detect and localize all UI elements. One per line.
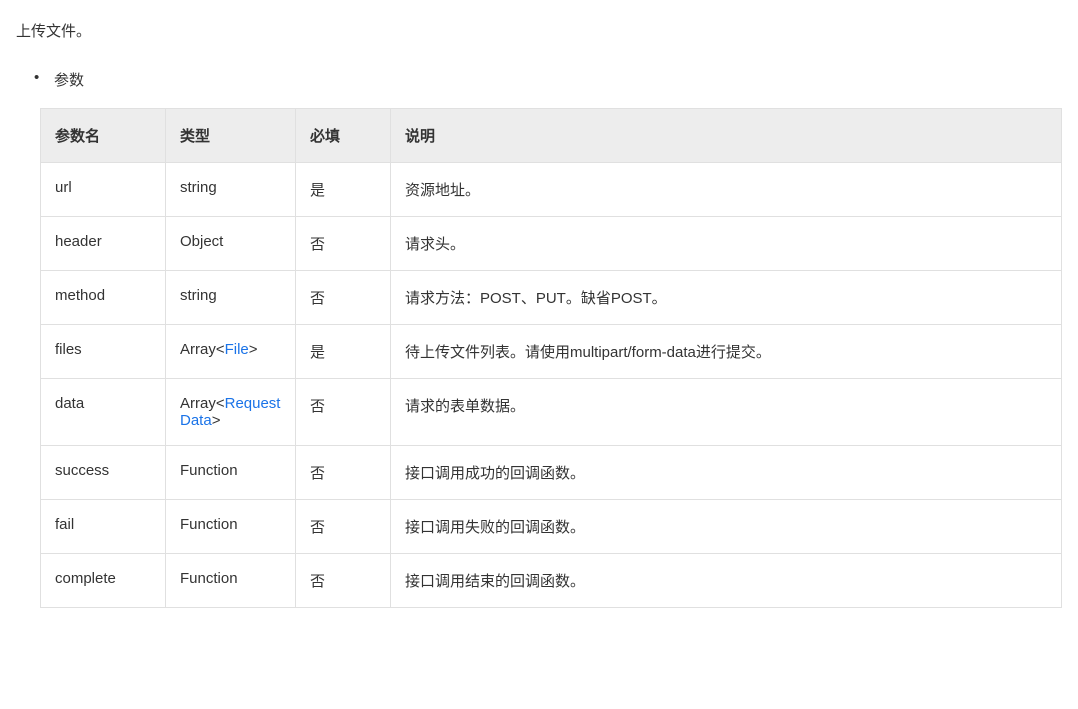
cell-required: 否 xyxy=(296,554,391,608)
cell-name: method xyxy=(41,271,166,325)
cell-name: complete xyxy=(41,554,166,608)
header-type: 类型 xyxy=(166,109,296,163)
cell-required: 否 xyxy=(296,217,391,271)
cell-type: Object xyxy=(166,217,296,271)
cell-desc: 请求的表单数据。 xyxy=(391,379,1062,446)
cell-desc: 接口调用失败的回调函数。 xyxy=(391,500,1062,554)
table-row: success Function 否 接口调用成功的回调函数。 xyxy=(41,446,1062,500)
cell-required: 否 xyxy=(296,446,391,500)
cell-desc: 资源地址。 xyxy=(391,163,1062,217)
page-description: 上传文件。 xyxy=(16,20,1062,41)
cell-name: url xyxy=(41,163,166,217)
table-row: data Array<RequestData> 否 请求的表单数据。 xyxy=(41,379,1062,446)
table-row: header Object 否 请求头。 xyxy=(41,217,1062,271)
cell-required: 是 xyxy=(296,325,391,379)
cell-desc: 接口调用结束的回调函数。 xyxy=(391,554,1062,608)
cell-name: success xyxy=(41,446,166,500)
cell-desc: 请求方法：POST、PUT。缺省POST。 xyxy=(391,271,1062,325)
cell-desc: 接口调用成功的回调函数。 xyxy=(391,446,1062,500)
section-title: 参数 xyxy=(40,69,1062,90)
cell-type: Function xyxy=(166,500,296,554)
params-table: 参数名 类型 必填 说明 url string 是 资源地址。 header O… xyxy=(40,108,1062,608)
cell-name: data xyxy=(41,379,166,446)
cell-required: 否 xyxy=(296,271,391,325)
cell-required: 否 xyxy=(296,500,391,554)
cell-desc: 请求头。 xyxy=(391,217,1062,271)
table-row: method string 否 请求方法：POST、PUT。缺省POST。 xyxy=(41,271,1062,325)
table-row: url string 是 资源地址。 xyxy=(41,163,1062,217)
header-name: 参数名 xyxy=(41,109,166,163)
cell-type: Function xyxy=(166,446,296,500)
cell-name: fail xyxy=(41,500,166,554)
cell-desc: 待上传文件列表。请使用multipart/form-data进行提交。 xyxy=(391,325,1062,379)
header-required: 必填 xyxy=(296,109,391,163)
cell-required: 否 xyxy=(296,379,391,446)
cell-type: Array<RequestData> xyxy=(166,379,296,446)
table-row: complete Function 否 接口调用结束的回调函数。 xyxy=(41,554,1062,608)
cell-required: 是 xyxy=(296,163,391,217)
cell-type: Array<File> xyxy=(166,325,296,379)
cell-name: files xyxy=(41,325,166,379)
cell-type: Function xyxy=(166,554,296,608)
cell-type: string xyxy=(166,163,296,217)
cell-name: header xyxy=(41,217,166,271)
table-header-row: 参数名 类型 必填 说明 xyxy=(41,109,1062,163)
cell-type: string xyxy=(166,271,296,325)
type-link[interactable]: File xyxy=(225,341,249,358)
table-row: fail Function 否 接口调用失败的回调函数。 xyxy=(41,500,1062,554)
table-row: files Array<File> 是 待上传文件列表。请使用multipart… xyxy=(41,325,1062,379)
header-desc: 说明 xyxy=(391,109,1062,163)
